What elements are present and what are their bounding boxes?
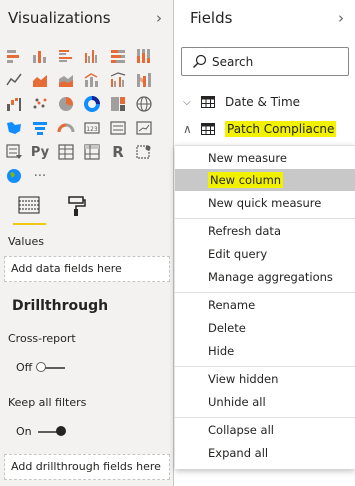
menu-separator (175, 366, 355, 367)
menu-separator (175, 218, 355, 219)
gauge-icon[interactable] (56, 118, 76, 138)
ribbon-chart-icon[interactable] (134, 70, 154, 90)
line-clustered-column-icon[interactable] (108, 70, 128, 90)
active-tab-indicator (13, 223, 46, 225)
stacked-column-chart-icon[interactable] (30, 46, 50, 66)
key-influencers-icon[interactable] (134, 142, 154, 162)
scatter-chart-icon[interactable] (30, 94, 50, 114)
menu-item-label: Delete (208, 321, 246, 335)
table-icon (201, 96, 215, 108)
multi-row-card-icon[interactable] (108, 118, 128, 138)
menu-item-label: New measure (208, 151, 287, 165)
search-box[interactable] (181, 47, 349, 76)
values-drop-well[interactable]: Add data fields here (4, 256, 170, 282)
drillthrough-drop-well[interactable]: Add drillthrough fields here (4, 454, 170, 480)
slicer-icon[interactable] (4, 142, 24, 162)
menu-item-new-measure[interactable]: New measure (175, 147, 355, 169)
search-icon (193, 54, 207, 68)
collapse-fields-icon[interactable]: › (338, 9, 344, 27)
clustered-column-chart-icon[interactable] (82, 46, 102, 66)
matrix-visual-icon[interactable] (82, 142, 102, 162)
r-visual-icon[interactable]: R (108, 142, 128, 162)
filled-map-icon[interactable] (4, 118, 24, 138)
menu-item-expand-all[interactable]: Expand all (175, 442, 355, 464)
keep-filters-label: Keep all filters (8, 396, 87, 409)
line-chart-icon[interactable] (4, 70, 24, 90)
table-icon (201, 123, 215, 135)
tab-fields[interactable] (16, 196, 42, 220)
cross-report-state-label: Off (16, 361, 33, 374)
menu-item-collapse-all[interactable]: Collapse all (175, 419, 355, 441)
waterfall-chart-icon[interactable] (4, 94, 24, 114)
menu-item-label: Manage aggregations (208, 270, 333, 284)
svg-text:123: 123 (86, 126, 98, 133)
paint-roller-icon (68, 196, 86, 216)
more-visuals-icon[interactable]: ··· (30, 166, 50, 186)
menu-item-label: Hide (208, 344, 235, 358)
card-icon[interactable]: 123 (82, 118, 102, 138)
values-label: Values (8, 235, 44, 248)
menu-item-label: Edit query (208, 247, 268, 261)
visualizations-pane: Visualizations › 123 Py R ··· Values Add… (0, 0, 174, 486)
menu-item-manage-aggregations[interactable]: Manage aggregations (175, 266, 355, 288)
table-name: Date & Time (225, 95, 301, 109)
chevron-down-icon[interactable]: ⌵ (183, 97, 199, 108)
chevron-up-icon[interactable]: ∧ (183, 122, 199, 136)
area-chart-icon[interactable] (30, 70, 50, 90)
visual-gallery: 123 Py R ··· (4, 44, 170, 188)
treemap-icon[interactable] (108, 94, 128, 114)
table-visual-icon[interactable] (56, 142, 76, 162)
fields-title: Fields (190, 9, 233, 27)
menu-item-edit-query[interactable]: Edit query (175, 243, 355, 265)
menu-separator (175, 292, 355, 293)
table-fields-icon (18, 196, 40, 214)
python-visual-icon[interactable]: Py (30, 142, 50, 162)
menu-item-new-column[interactable]: New column (175, 169, 355, 191)
pie-chart-icon[interactable] (56, 94, 76, 114)
menu-item-label: Expand all (208, 446, 269, 460)
toggle-knob (56, 426, 66, 436)
stacked-bar-chart-icon[interactable] (4, 46, 24, 66)
menu-item-hide[interactable]: Hide (175, 340, 355, 362)
100-stacked-column-icon[interactable] (134, 46, 154, 66)
stacked-area-chart-icon[interactable] (56, 70, 76, 90)
funnel-icon[interactable] (30, 118, 50, 138)
menu-item-label: Refresh data (208, 224, 281, 238)
menu-separator (175, 417, 355, 418)
menu-item-view-hidden[interactable]: View hidden (175, 368, 355, 390)
menu-item-label: New column (208, 172, 284, 188)
collapse-visualizations-icon[interactable]: › (156, 9, 162, 27)
menu-item-rename[interactable]: Rename (175, 294, 355, 316)
table-item-date-time[interactable]: ⌵ Date & Time (175, 91, 355, 113)
table-name: Patch Compliacne (225, 121, 337, 137)
keep-filters-state-label: On (16, 425, 32, 438)
menu-item-refresh-data[interactable]: Refresh data (175, 220, 355, 242)
menu-item-unhide-all[interactable]: Unhide all (175, 391, 355, 413)
table-context-menu: New measure New column New quick measure… (175, 145, 355, 469)
tab-format[interactable] (64, 196, 90, 220)
menu-item-label: Rename (208, 298, 256, 312)
search-input[interactable] (212, 53, 342, 71)
kpi-icon[interactable] (134, 118, 154, 138)
menu-item-label: Collapse all (208, 423, 274, 437)
menu-item-label: Unhide all (208, 395, 266, 409)
line-and-column-chart-icon[interactable] (82, 70, 102, 90)
100-stacked-bar-icon[interactable] (108, 46, 128, 66)
clustered-bar-chart-icon[interactable] (56, 46, 76, 66)
menu-item-delete[interactable]: Delete (175, 317, 355, 339)
arcgis-map-icon[interactable] (4, 166, 24, 186)
map-icon[interactable] (134, 94, 154, 114)
table-item-patch-compliacne[interactable]: ∧ Patch Compliacne (175, 118, 355, 140)
menu-item-label: New quick measure (208, 196, 322, 210)
menu-item-label: View hidden (208, 372, 279, 386)
visualization-tabs (16, 196, 90, 220)
menu-item-new-quick-measure[interactable]: New quick measure (175, 192, 355, 214)
drillthrough-heading: Drillthrough (12, 298, 109, 314)
cross-report-label: Cross-report (8, 332, 76, 345)
donut-chart-icon[interactable] (82, 94, 102, 114)
visualizations-title: Visualizations (8, 9, 111, 27)
toggle-knob (36, 362, 46, 372)
